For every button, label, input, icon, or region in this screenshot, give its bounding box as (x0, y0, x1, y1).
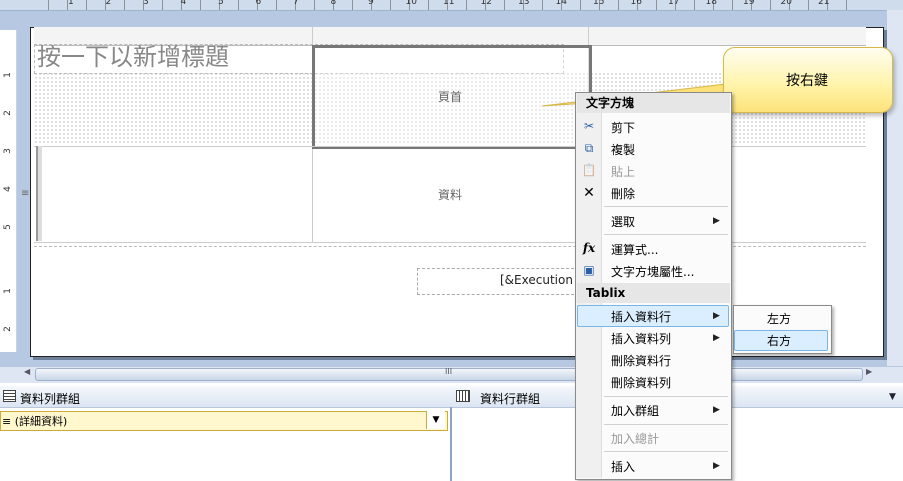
menu-item-textbox-properties[interactable]: 文字方塊屬性... (611, 263, 694, 280)
menu-item-delete-column[interactable]: 刪除資料行 (611, 352, 671, 369)
menu-item-insert-column[interactable]: 插入資料行 (611, 308, 671, 325)
ruler-label: 2 (3, 110, 13, 116)
menu-item-paste[interactable]: 貼上 (611, 163, 635, 180)
ruler-label: 5 (218, 0, 224, 7)
copy-icon: ⧉ (584, 141, 594, 155)
ruler-label: 6 (255, 0, 262, 7)
submenu-arrow-icon: ▶ (713, 311, 720, 321)
column-groups-title: 資料行群組 (480, 392, 541, 406)
scissors-icon: ✂ (583, 119, 595, 133)
submenu-arrow-icon: ▶ (713, 333, 720, 343)
ruler-label: 2 (3, 326, 13, 332)
column-groups-icon (456, 390, 470, 402)
menu-item-add-total[interactable]: 加入總計 (611, 430, 659, 447)
ruler-label: 3 (143, 0, 149, 7)
execution-field-text: [&Execution (500, 273, 573, 287)
properties-icon: ▣ (583, 263, 595, 277)
menu-separator (604, 451, 728, 452)
expression-icon: fx (582, 241, 596, 255)
menu-section-textbox: 文字方塊 (577, 93, 730, 113)
submenu-arrow-icon: ▶ (713, 461, 720, 471)
ruler-label: 1 (3, 72, 13, 78)
ruler-label: 1 (68, 0, 74, 7)
submenu-item-left[interactable]: 左方 (767, 310, 791, 327)
row-groups-title: 資料列群組 (20, 392, 81, 406)
title-placeholder: 按一下以新增標題 (37, 44, 229, 71)
menu-item-insert[interactable]: 插入 (611, 458, 635, 475)
menu-item-copy[interactable]: 複製 (611, 141, 635, 158)
ruler-label: 1 (3, 288, 13, 294)
chevron-down-icon[interactable]: ▼ (426, 411, 445, 429)
paste-icon: 📋 (581, 163, 597, 177)
menu-item-insert-row[interactable]: 插入資料列 (611, 330, 671, 347)
grouping-pane-header (0, 386, 903, 408)
ruler-label: 8 (330, 0, 337, 7)
ruler-label: 11 (443, 0, 455, 7)
left-ruler: 1 2 3 4 5 1 2 (0, 30, 17, 352)
ruler-label: 14 (555, 0, 567, 7)
row-group-item-label: ≡ (詳細資料) (2, 415, 68, 428)
row-groups-icon (3, 390, 16, 402)
ruler-label: 20 (780, 0, 792, 7)
row-grip-icon: ≡ (21, 188, 30, 199)
scroll-grip-icon: III (445, 367, 453, 376)
top-ruler: 1 2 3 4 5 6 7 8 9 10 11 12 13 14 15 16 17 18 19 20 21 (0, 0, 903, 11)
submenu-arrow-icon: ▶ (713, 405, 720, 415)
ruler-label: 19 (743, 0, 755, 7)
ruler-label: 12 (480, 0, 492, 7)
delete-icon: ✕ (583, 185, 595, 201)
ruler-label: 5 (3, 224, 13, 230)
ruler-label: 18 (705, 0, 717, 7)
ruler-label: 13 (518, 0, 530, 7)
ruler-label: 2 (105, 0, 112, 7)
menu-separator (604, 234, 728, 235)
menu-section-tablix: Tablix (577, 283, 730, 303)
submenu-arrow-icon: ▶ (713, 216, 720, 226)
ruler-label: 21 (818, 0, 830, 7)
menu-item-expression[interactable]: 運算式... (611, 241, 658, 258)
detail-cell-text: 資料 (437, 188, 462, 202)
menu-separator (604, 206, 728, 207)
menu-item-cut[interactable]: 剪下 (611, 119, 635, 136)
ruler-label: 17 (668, 0, 680, 7)
ruler-label: 4 (180, 0, 187, 7)
pane-dropdown-icon[interactable]: ▼ (889, 392, 896, 402)
menu-item-add-group[interactable]: 加入群組 (611, 402, 659, 419)
pane-splitter[interactable] (450, 407, 452, 481)
footer-divider (34, 246, 866, 248)
menu-separator (604, 396, 728, 397)
ruler-label: 4 (3, 186, 13, 192)
menu-item-select[interactable]: 選取 (611, 213, 635, 230)
menu-separator (604, 424, 728, 425)
ruler-label: 10 (405, 0, 417, 7)
ruler-label: 15 (593, 0, 605, 7)
submenu-item-right[interactable]: 右方 (767, 332, 791, 349)
ruler-label: 16 (630, 0, 642, 7)
row-handle[interactable] (36, 146, 42, 241)
scroll-left-icon[interactable]: ◀ (24, 367, 30, 376)
ruler-label: 3 (3, 148, 13, 154)
scroll-right-icon[interactable]: ▶ (866, 367, 872, 376)
callout-text: 按右鍵 (786, 73, 828, 89)
ruler-label: 7 (293, 0, 299, 7)
menu-item-delete-row[interactable]: 刪除資料列 (611, 374, 671, 391)
ruler-label: 9 (368, 0, 374, 7)
menu-item-delete[interactable]: 刪除 (611, 185, 635, 202)
